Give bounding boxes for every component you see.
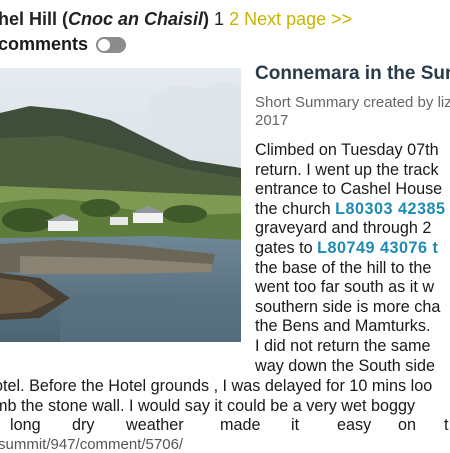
body-line: graveyard and through 2 — [255, 219, 432, 238]
body-line: I did not return the same — [255, 336, 431, 355]
body-line: the base of the hill to the — [255, 258, 432, 277]
body-line: gates to L80749 43076 t — [255, 239, 450, 259]
body-line: Climbed on Tuesday 07th — [255, 141, 439, 159]
summary-line: Short Summary created by liz — [255, 94, 450, 111]
hill-photo[interactable] — [0, 68, 241, 342]
article-body: Climbed on Tuesday 07th return. I went u… — [255, 141, 450, 376]
article-summary: Short Summary created by liz 2017 — [255, 94, 450, 130]
next-page-link[interactable]: 2 Next page >> — [229, 9, 352, 29]
grid-reference-link[interactable]: L80303 42385 — [335, 200, 445, 218]
word: on — [398, 416, 417, 435]
word: made — [220, 416, 261, 435]
body-line-text: the church — [255, 199, 336, 218]
comments-toggle[interactable] — [96, 36, 127, 53]
body-line: southern side is more cha — [255, 297, 441, 316]
comments-label: comments — [0, 34, 89, 54]
body-line: mb the stone wall. I would say it could … — [0, 396, 416, 415]
word: t — [444, 416, 449, 435]
photo-landscape — [0, 68, 241, 342]
hill-alt-name: Cnoc an Chaisil — [68, 9, 204, 29]
body-line: otel. Before the Hotel grounds , I was d… — [0, 377, 433, 395]
summary-year: 2017 — [255, 112, 289, 129]
page-header: hel Hill (Cnoc an Chaisil) 1 2 Next page… — [0, 9, 353, 29]
comments-toggle-row: comments — [0, 34, 127, 55]
grid-reference-link[interactable]: L80749 43076 t — [317, 239, 438, 257]
body-line: the Bens and Mamturks. — [255, 317, 431, 336]
hill-name: hel Hill — [0, 9, 58, 29]
article-title[interactable]: Connemara in the Sun — [255, 63, 450, 85]
body-line: entrance to Cashel House — [255, 180, 443, 199]
article-body-continued: otel. Before the Hotel grounds , I was d… — [0, 377, 449, 434]
word: it — [291, 416, 300, 435]
word: dry — [72, 416, 95, 435]
word: long — [10, 416, 41, 435]
page-number: 1 — [214, 9, 225, 29]
body-line-text: gates to — [255, 238, 318, 257]
word: weather — [126, 416, 184, 435]
body-line: the church L80303 42385 — [255, 200, 450, 220]
body-line: went too far south as it w — [255, 278, 435, 297]
comment-url[interactable]: summit/947/comment/5706/ — [0, 436, 183, 453]
body-line: return. I went up the track — [255, 160, 439, 179]
body-line: way down the South side — [255, 356, 435, 375]
toggle-knob — [98, 38, 111, 51]
word: easy — [337, 416, 372, 435]
